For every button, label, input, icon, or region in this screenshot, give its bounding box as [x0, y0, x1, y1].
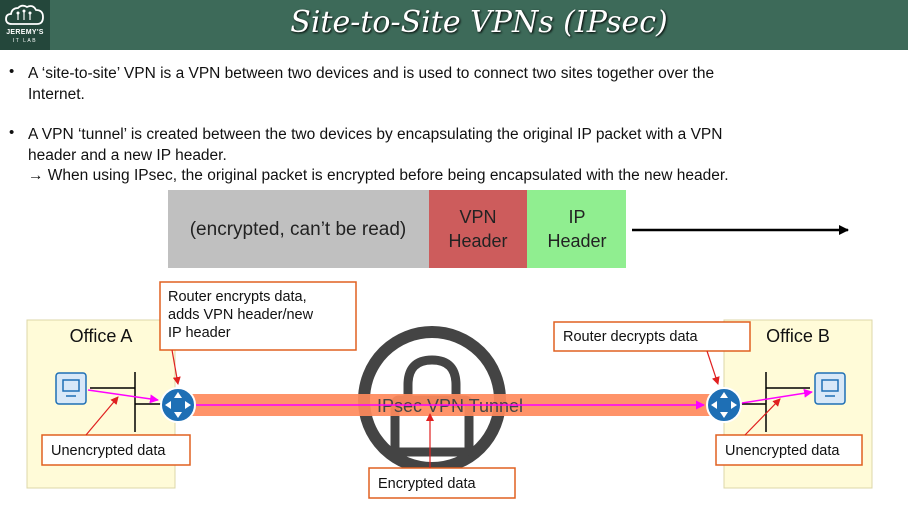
tunnel-label: IPsec VPN Tunnel: [377, 396, 523, 416]
payload-label: (encrypted, can’t be read): [190, 219, 407, 240]
vpn-diagram: (encrypted, can’t be read) VPN Header IP…: [26, 190, 873, 499]
callout-encrypted-text: Encrypted data: [378, 476, 476, 492]
office-b-label: Office B: [766, 326, 830, 346]
packet: (encrypted, can’t be read) VPN Header IP…: [168, 190, 849, 268]
callout-unencrypted-right-text: Unencrypted data: [725, 443, 840, 459]
pc-a-icon: [55, 372, 87, 405]
pc-b-icon: [814, 372, 846, 405]
ip-header-label-1: IP: [568, 207, 585, 227]
router-b-icon: [706, 387, 742, 423]
callout-router-encrypts: Router encrypts data, adds VPN header/ne…: [159, 281, 357, 385]
callout-decrypts-text: Router decrypts data: [563, 329, 699, 345]
vpn-header-block: [429, 190, 527, 268]
router-a-icon: [160, 387, 196, 423]
office-a-label: Office A: [70, 326, 133, 346]
callout-unencrypted-left-text: Unencrypted data: [51, 443, 166, 459]
callout-encrypts-line-1: Router encrypts data,: [168, 289, 307, 305]
callout-encrypts-line-2: adds VPN header/new: [168, 307, 314, 323]
vpn-header-label-1: VPN: [459, 207, 496, 227]
callout-router-decrypts: Router decrypts data: [553, 321, 751, 385]
vpn-header-label-2: Header: [448, 231, 507, 251]
callout-encrypts-line-3: IP header: [168, 325, 231, 341]
ip-header-block: [527, 190, 626, 268]
ip-header-label-2: Header: [547, 231, 606, 251]
